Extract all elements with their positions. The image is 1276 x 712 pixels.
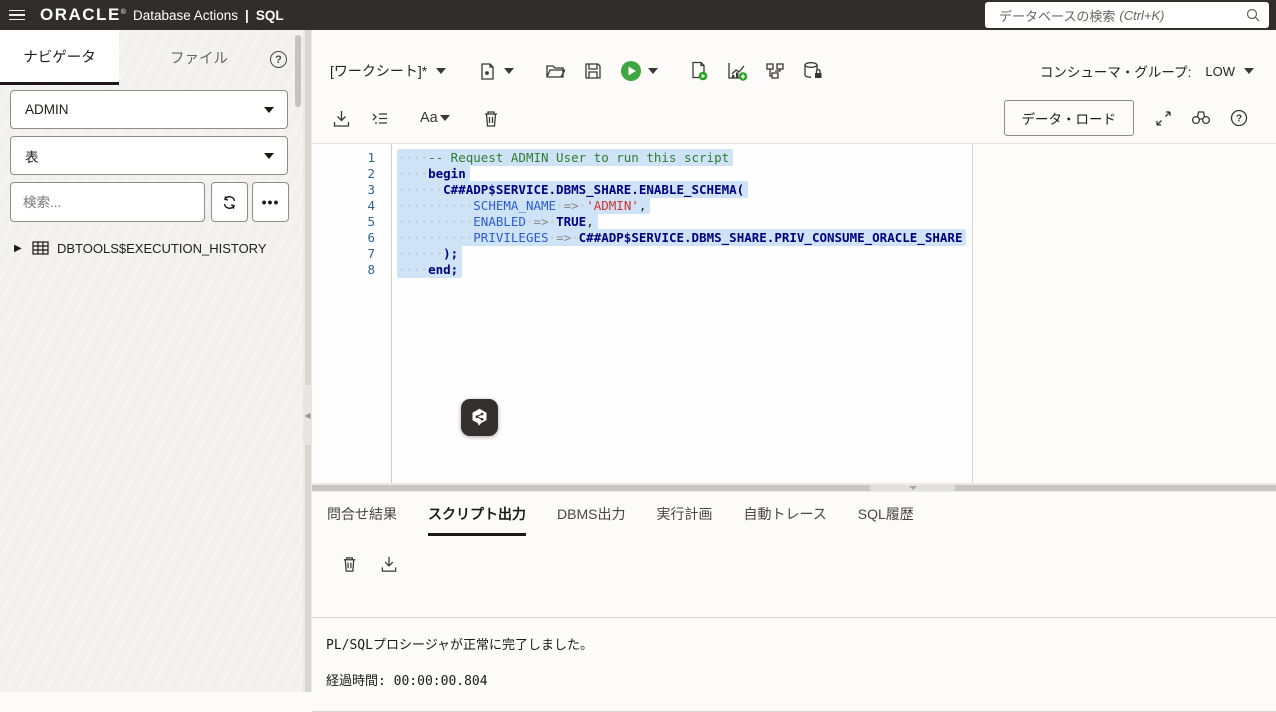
line-number: 5	[312, 214, 375, 230]
result-tab-4[interactable]: 実行計画	[656, 492, 712, 536]
navigator-sidebar: ナビゲータ ファイル ? ADMIN 表 ••• ▶ DBTOOLS$EXECUT…	[0, 30, 303, 692]
line-number: 8	[312, 262, 375, 278]
results-collapse-handle[interactable]	[870, 485, 955, 491]
worksheet-caret-icon[interactable]	[436, 68, 446, 74]
code-line[interactable]: ····end;	[397, 262, 972, 278]
run-script-button[interactable]	[684, 56, 714, 86]
sidebar-scrollbar[interactable]	[295, 35, 301, 107]
worksheet-toolbar: [ワークシート]* コンシューマ・グループ: LOW	[312, 48, 1276, 94]
refresh-button[interactable]	[211, 182, 248, 222]
result-tab-5[interactable]: 自動トレース	[743, 492, 826, 536]
expand-editor-icon[interactable]	[1148, 103, 1178, 133]
hamburger-menu-icon[interactable]	[2, 0, 32, 30]
line-number: 4	[312, 198, 375, 214]
dbms-output-toggle-button[interactable]	[798, 56, 828, 86]
new-worksheet-caret-icon[interactable]	[504, 68, 514, 74]
run-statement-button[interactable]	[616, 56, 646, 86]
line-number: 7	[312, 246, 375, 262]
app-name: SQL	[256, 8, 284, 23]
letter-case-button[interactable]: Aa	[420, 110, 438, 126]
results-tabs: 問合せ結果スクリプト出力 DBMS出力実行計画自動トレース SQL履歴	[312, 492, 1276, 536]
sidebar-splitter[interactable]: ◀	[303, 30, 312, 692]
result-tab-6[interactable]: SQL履歴	[858, 492, 914, 536]
code-line[interactable]: ··········SCHEMA_NAME·=>·'ADMIN',	[397, 198, 972, 214]
save-button[interactable]	[578, 56, 608, 86]
database-search-input[interactable]: データベースの検索 (Ctrl+K)	[985, 2, 1269, 28]
tab-files[interactable]: ファイル	[119, 30, 279, 85]
result-tab-3[interactable]: DBMS出力	[557, 492, 625, 536]
help-icon[interactable]: ?	[1224, 103, 1254, 133]
tab-navigator[interactable]: ナビゲータ	[0, 30, 119, 85]
download-output-button[interactable]	[374, 549, 404, 579]
product-name: Database Actions	[133, 8, 238, 23]
code-line[interactable]: ····-- Request ADMIN User to run this sc…	[397, 150, 972, 166]
worksheet-selector[interactable]: [ワークシート]*	[330, 61, 427, 81]
more-options-button[interactable]: •••	[252, 182, 289, 222]
output-message: PL/SQLプロシージャが正常に完了しました。	[326, 634, 593, 653]
code-line[interactable]: ··········PRIVILEGES·=>·C##ADP$SERVICE.D…	[397, 230, 972, 246]
editor-toolbar: Aa データ・ロード ?	[312, 96, 1276, 140]
refresh-icon	[221, 194, 238, 211]
data-load-button[interactable]: データ・ロード	[1004, 100, 1135, 136]
tree-item[interactable]: ▶ DBTOOLS$EXECUTION_HISTORY	[0, 235, 290, 261]
sql-editor[interactable]: 12345678 ····-- Request ADMIN User to ru…	[312, 143, 1276, 483]
line-number: 1	[312, 150, 375, 166]
output-divider	[312, 617, 1276, 618]
consumer-group-label: コンシューマ・グループ:	[1040, 61, 1191, 81]
sidebar-help-icon[interactable]: ?	[270, 51, 287, 68]
object-tree: ▶ DBTOOLS$EXECUTION_HISTORY	[0, 235, 290, 261]
download-worksheet-button[interactable]	[326, 103, 356, 133]
autotrace-button[interactable]	[760, 56, 790, 86]
output-toolbar	[312, 544, 1276, 584]
tree-item-label: DBTOOLS$EXECUTION_HISTORY	[57, 241, 267, 256]
letter-case-caret-icon[interactable]	[440, 115, 450, 121]
explain-plan-button[interactable]	[722, 56, 752, 86]
run-caret-icon[interactable]	[648, 68, 658, 74]
object-search-input[interactable]	[10, 182, 205, 222]
expand-arrow-icon[interactable]: ▶	[14, 243, 32, 254]
consumer-group-caret-icon[interactable]	[1244, 68, 1254, 74]
table-icon	[32, 241, 49, 255]
chevron-down-icon	[263, 152, 275, 160]
search-icon	[1245, 7, 1261, 23]
object-type-select[interactable]: 表	[10, 136, 288, 175]
worksheet-area: [ワークシート]* コンシューマ・グループ: LOW	[312, 30, 1276, 692]
results-splitter[interactable]	[312, 483, 1276, 492]
schema-select[interactable]: ADMIN	[10, 90, 288, 129]
line-number: 3	[312, 182, 375, 198]
code-line[interactable]: ······C##ADP$SERVICE.DBMS_SHARE.ENABLE_S…	[397, 182, 972, 198]
find-binoculars-icon[interactable]	[1186, 103, 1216, 133]
clear-worksheet-button[interactable]	[476, 103, 506, 133]
chevron-down-icon	[263, 106, 275, 114]
clear-output-button[interactable]	[334, 549, 364, 579]
code-line[interactable]: ··········ENABLED·=>·TRUE,	[397, 214, 972, 230]
code-line[interactable]: ······);	[397, 246, 972, 262]
brand: ORACLE® Database Actions | SQL	[40, 5, 284, 25]
line-number: 6	[312, 230, 375, 246]
format-code-button[interactable]	[364, 103, 394, 133]
result-tab-2[interactable]: スクリプト出力	[428, 492, 526, 536]
script-output-text: PL/SQLプロシージャが正常に完了しました。経過時間: 00:00:00.80…	[326, 634, 593, 706]
sidebar-collapse-handle[interactable]: ◀	[303, 385, 312, 445]
code-line[interactable]: ····begin	[397, 166, 972, 182]
open-file-button[interactable]	[540, 56, 570, 86]
new-worksheet-button[interactable]	[472, 56, 502, 86]
app-header: ORACLE® Database Actions | SQL データベースの検索…	[0, 0, 1276, 30]
output-message: 経過時間: 00:00:00.804	[326, 670, 593, 689]
oracle-logo: ORACLE	[40, 5, 121, 25]
editor-right-margin	[972, 144, 1276, 483]
code-assist-button[interactable]	[461, 399, 498, 436]
svg-text:?: ?	[1236, 114, 1242, 125]
result-tab-1[interactable]: 問合せ結果	[327, 492, 397, 536]
sidebar-tabs: ナビゲータ ファイル ?	[0, 30, 303, 85]
consumer-group-value[interactable]: LOW	[1205, 64, 1235, 79]
line-number: 2	[312, 166, 375, 182]
code-assist-icon	[469, 407, 490, 428]
editor-gutter: 12345678	[312, 144, 392, 483]
results-panel: 問合せ結果スクリプト出力 DBMS出力実行計画自動トレース SQL履歴 PL/SQL…	[312, 492, 1276, 692]
